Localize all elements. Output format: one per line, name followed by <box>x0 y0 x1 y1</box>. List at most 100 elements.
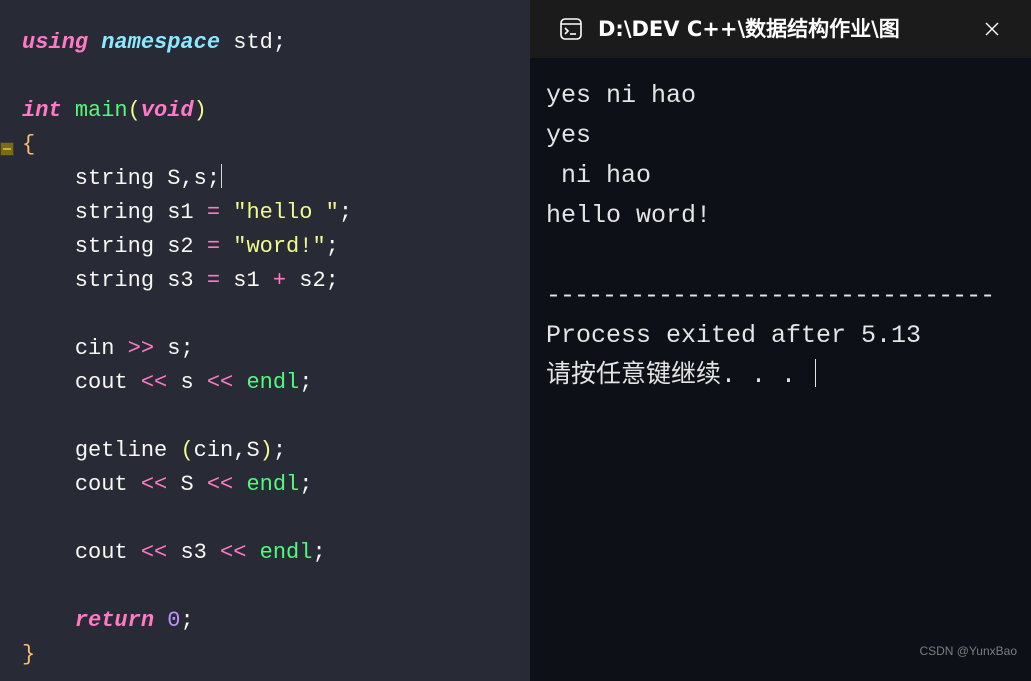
code-token: ; <box>207 166 220 191</box>
fold-marker-icon[interactable] <box>0 142 14 156</box>
code-line[interactable]: int main(void) <box>22 94 530 128</box>
code-editor[interactable]: using namespace std; int main(void){ str… <box>0 0 530 681</box>
code-token <box>194 268 207 293</box>
code-line[interactable] <box>22 60 530 94</box>
code-line[interactable]: getline (cin,S); <box>22 434 530 468</box>
code-token <box>22 472 75 497</box>
console-line: 请按任意键继续. . . <box>546 356 1031 396</box>
text-cursor <box>221 164 222 188</box>
console-line: ni hao <box>546 156 1031 196</box>
code-line[interactable]: string s1 = "hello "; <box>22 196 530 230</box>
console-line <box>546 236 1031 276</box>
code-line[interactable]: string S,s; <box>22 162 530 196</box>
code-token: , <box>233 438 246 463</box>
code-line[interactable]: string s2 = "word!"; <box>22 230 530 264</box>
code-token: main <box>75 98 128 123</box>
code-token: string <box>22 166 167 191</box>
watermark: CSDN @YunxBao <box>919 631 1017 671</box>
code-token: string <box>22 268 167 293</box>
code-token: int <box>22 98 62 123</box>
code-token <box>88 30 101 55</box>
code-line[interactable]: cout << s3 << endl; <box>22 536 530 570</box>
code-token <box>22 540 75 565</box>
code-line[interactable] <box>22 502 530 536</box>
code-line[interactable]: { <box>22 128 530 162</box>
code-token <box>22 336 75 361</box>
code-token <box>167 370 180 395</box>
code-token: endl <box>260 540 313 565</box>
code-token: ; <box>180 336 193 361</box>
code-line[interactable]: return 0; <box>22 604 530 638</box>
code-token: s2 <box>167 234 193 259</box>
code-line[interactable]: string s3 = s1 + s2; <box>22 264 530 298</box>
code-token: cin <box>194 438 234 463</box>
code-token: << <box>141 370 167 395</box>
code-token: std <box>233 30 273 55</box>
code-line[interactable] <box>22 400 530 434</box>
close-button[interactable] <box>969 6 1015 52</box>
code-token: S <box>167 166 180 191</box>
code-token <box>194 472 207 497</box>
code-token: ; <box>299 472 312 497</box>
code-line[interactable]: cout << s << endl; <box>22 366 530 400</box>
code-token: ) <box>194 98 207 123</box>
code-token <box>246 540 259 565</box>
code-token: endl <box>246 472 299 497</box>
code-token <box>194 370 207 395</box>
code-token: = <box>207 234 220 259</box>
code-token: ; <box>326 234 339 259</box>
code-line[interactable]: } <box>22 638 530 672</box>
code-token: s <box>180 370 193 395</box>
code-token: ; <box>273 30 286 55</box>
code-token: << <box>207 370 233 395</box>
code-token: return <box>75 608 154 633</box>
code-line[interactable]: using namespace std; <box>22 26 530 60</box>
console-title: D:\DEV C++\数据结构作业\图 <box>598 9 969 49</box>
code-token: ; <box>339 200 352 225</box>
code-token <box>167 438 180 463</box>
code-line[interactable]: cout << S << endl; <box>22 468 530 502</box>
code-token: s <box>194 166 207 191</box>
code-token: cout <box>75 472 128 497</box>
code-token: S <box>180 472 193 497</box>
code-token: 0 <box>167 608 180 633</box>
console-line: hello word! <box>546 196 1031 236</box>
console-line: Process exited after 5.13 <box>546 316 1031 356</box>
code-token: , <box>180 166 193 191</box>
console-titlebar[interactable]: D:\DEV C++\数据结构作业\图 <box>530 0 1031 58</box>
code-token <box>220 30 233 55</box>
code-token: void <box>141 98 194 123</box>
code-token: << <box>207 472 233 497</box>
code-token: using <box>22 30 88 55</box>
code-token: = <box>207 200 220 225</box>
code-line[interactable] <box>22 298 530 332</box>
code-token <box>114 336 127 361</box>
code-token: endl <box>246 370 299 395</box>
console-output[interactable]: yes ni haoyes ni haohello word! --------… <box>530 58 1031 396</box>
code-token <box>260 268 273 293</box>
code-token: namespace <box>101 30 220 55</box>
code-line[interactable]: cin >> s; <box>22 332 530 366</box>
code-token: s <box>167 336 180 361</box>
code-line[interactable] <box>22 570 530 604</box>
code-token <box>167 540 180 565</box>
code-token <box>220 200 233 225</box>
code-token <box>233 472 246 497</box>
code-token <box>220 268 233 293</box>
code-token: } <box>22 642 35 667</box>
code-token <box>167 472 180 497</box>
code-token <box>194 234 207 259</box>
console-window: D:\DEV C++\数据结构作业\图 yes ni haoyes ni hao… <box>530 0 1031 681</box>
code-token <box>128 370 141 395</box>
code-body[interactable]: using namespace std; int main(void){ str… <box>22 26 530 672</box>
code-token: getline <box>75 438 167 463</box>
code-token <box>128 472 141 497</box>
code-token: s2 <box>299 268 325 293</box>
code-token: "hello " <box>233 200 339 225</box>
code-token: s3 <box>180 540 206 565</box>
code-token <box>22 438 75 463</box>
console-line: -------------------------------- <box>546 276 1031 316</box>
code-token: S <box>246 438 259 463</box>
close-icon <box>985 22 999 36</box>
code-token: ; <box>273 438 286 463</box>
